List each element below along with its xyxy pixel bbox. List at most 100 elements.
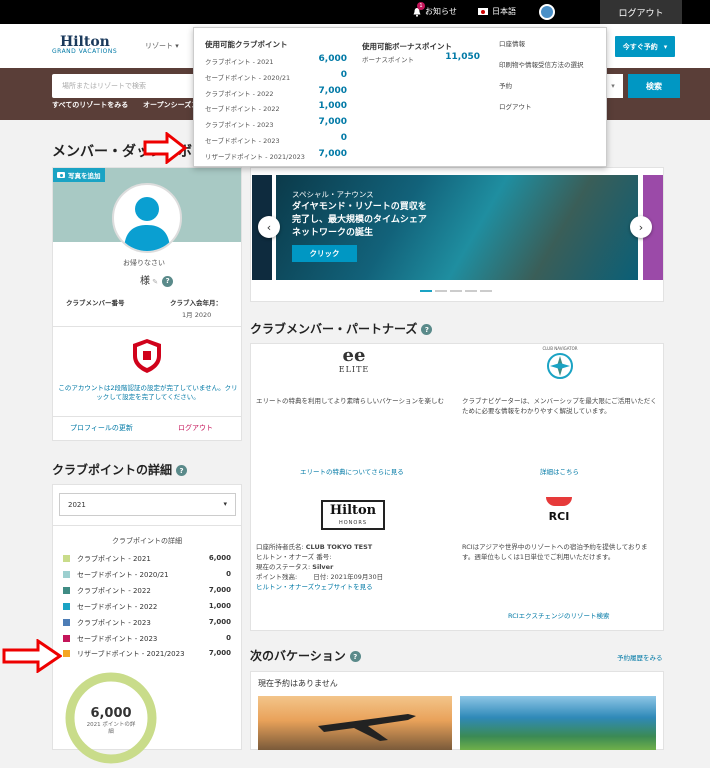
chevron-down-icon: ▾ [173, 42, 179, 50]
club-navigator-logo-text: CLUB NAVIGATOR [542, 346, 578, 351]
club-points-label: セーブドポイント - 2023 [205, 137, 280, 145]
elite-description: エリートの特典を利用してより素晴らしいバケーションを楽しむ [256, 397, 445, 405]
japan-flag-icon [478, 8, 488, 15]
club-points-label: クラブポイント - 2021 [205, 58, 274, 66]
carousel-dot[interactable] [435, 290, 447, 292]
bonus-points-value: 11,050 [445, 52, 480, 62]
book-now-label: 今すぐ予約 [622, 42, 658, 51]
carousel-dot[interactable] [420, 290, 432, 292]
rci-description: RCIはアジアや世界中のリゾートへの宿泊予約を提供しております。週単位もしくは1… [462, 543, 648, 561]
year-select[interactable]: 2021 ▾ [59, 493, 236, 516]
carousel-dot[interactable] [465, 290, 477, 292]
points-detail-title-text: クラブポイントの詳細 [52, 463, 173, 477]
resorts-menu-label: リゾート [145, 42, 173, 50]
legend-label: セーブドポイント - 2020/21 [77, 570, 169, 579]
help-icon[interactable]: ? [349, 651, 361, 662]
hilton-honors-link[interactable]: ヒルトン・オナーズウェブサイトを見る [256, 582, 383, 592]
donut-caption: 2021 ポイントの詳細 [86, 722, 136, 735]
club-points-label: リザーブドポイント - 2021/2023 [205, 152, 305, 161]
booking-history-link[interactable]: 予約履歴をみる [617, 652, 663, 662]
legend-value: 7,000 [208, 649, 231, 658]
legend-swatch [63, 586, 70, 594]
legend-swatch [63, 602, 70, 610]
account-menu-link[interactable]: ログアウト [499, 101, 532, 111]
chevron-down-icon: ▾ [223, 500, 227, 508]
divider [52, 525, 242, 526]
club-points-value: 7,000 [318, 85, 347, 96]
chevron-left-icon: ‹ [266, 220, 272, 234]
club-points-header: 使用可能クラブポイント [205, 40, 288, 49]
airplane-photo[interactable] [258, 696, 452, 750]
partners-title-text: クラブメンバー・パートナーズ [250, 322, 418, 336]
language-label: 日本語 [492, 7, 516, 16]
search-button[interactable]: 検索 [628, 74, 680, 98]
open-season-link[interactable]: オープンシーズン [143, 100, 198, 110]
legend-label: リザーブドポイント - 2021/2023 [77, 650, 185, 659]
club-points-row: クラブポイント - 2023 7,000 [205, 117, 347, 129]
help-icon[interactable]: ? [162, 275, 174, 287]
legend-swatch [63, 570, 70, 578]
rci-link[interactable]: RCIエクスチェンジのリゾート検索 [508, 610, 609, 620]
add-photo-button[interactable]: 写真を追加 [53, 168, 105, 182]
notifications-label: お知らせ [425, 7, 457, 16]
carousel-prev-button[interactable]: ‹ [258, 216, 280, 238]
all-resorts-link[interactable]: すべてのリゾートをみる [52, 100, 128, 110]
club-points-row: クラブポイント - 2022 7,000 [205, 85, 347, 98]
club-points-value: 1,000 [318, 101, 347, 112]
carousel-dot[interactable] [450, 290, 462, 292]
account-menu-link[interactable]: 印刷物や情報受信方法の選択 [499, 59, 584, 69]
club-points-value: 7,000 [318, 148, 347, 159]
bell-icon: 1 [412, 1, 425, 17]
legend-label: セーブドポイント - 2023 [77, 634, 158, 643]
announcement-cta-button[interactable]: クリック [292, 245, 357, 262]
legend-label: クラブポイント - 2022 [77, 586, 151, 595]
user-silhouette-icon [124, 197, 170, 251]
divider [53, 416, 241, 417]
hilton-honors-logo[interactable]: Hilton HONORS [321, 500, 385, 530]
announcement-headline: ダイヤモンド・リゾートの買収を完了し、最大規模のタイムシェアネットワークの誕生 [292, 202, 427, 238]
carousel-next-button[interactable]: › [630, 216, 652, 238]
elite-link[interactable]: エリートの特典についてさらに見る [300, 466, 404, 476]
no-reservations-text: 現在予約はありません [258, 679, 338, 688]
donut-value: 6,000 [90, 706, 132, 721]
legend-swatch [63, 555, 70, 562]
book-now-button[interactable]: 今すぐ予約 ▾ [615, 36, 675, 57]
bonus-points-row: ボーナスポイント 11,050 [362, 52, 480, 64]
profile-logout-link[interactable]: ログアウト [178, 423, 213, 433]
account-avatar-icon[interactable] [539, 4, 555, 20]
navigator-link[interactable]: 詳細はこちら [540, 466, 579, 476]
honors-number-label: ヒルトン・オナーズ 番号: [256, 553, 332, 561]
red-arrow-indicator [2, 638, 63, 675]
member-number-label: クラブメンバー番号 [66, 299, 125, 307]
chevron-right-icon: › [638, 220, 644, 234]
help-icon[interactable]: ? [421, 324, 433, 335]
shield-alert-icon[interactable] [131, 338, 163, 376]
name-suffix: 様 [140, 276, 150, 287]
notifications-link[interactable]: 1 お知らせ [412, 1, 457, 17]
security-notice-link[interactable]: このアカウントは2段階認証の設定が完了していません。クリックして設定を完了してく… [58, 384, 238, 402]
club-points-row: セーブドポイント - 2023 0 [205, 133, 347, 145]
pencil-icon[interactable]: ✎ [150, 278, 158, 286]
welcome-text: お帰りなさい [123, 259, 165, 267]
legend-value: 6,000 [208, 554, 231, 562]
club-navigator-logo[interactable]: CLUB NAVIGATOR [540, 346, 580, 392]
carousel-dot[interactable] [480, 290, 492, 292]
club-points-value: 0 [340, 133, 347, 143]
club-points-value: 7,000 [318, 117, 347, 128]
language-selector[interactable]: 日本語 [478, 6, 516, 17]
holder-label: 口座所持者氏名: [256, 543, 304, 551]
help-icon[interactable]: ? [176, 465, 188, 476]
elite-logo[interactable]: ee ELITE [324, 347, 384, 375]
top-logout-button[interactable]: ログアウト [600, 0, 682, 24]
update-profile-link[interactable]: プロフィールの更新 [70, 423, 133, 433]
announcement-kicker: スペシャル・アナウンス [292, 190, 374, 199]
rci-logo[interactable]: RCI [546, 497, 572, 527]
account-menu-link[interactable]: 予約 [499, 80, 512, 90]
hilton-logo-subtitle: GRAND VACATIONS [52, 48, 118, 55]
club-points-label: セーブドポイント - 2022 [205, 105, 280, 114]
add-photo-label: 写真を追加 [68, 172, 101, 180]
camera-icon [57, 172, 65, 178]
resorts-menu[interactable]: リゾート ▾ [145, 41, 179, 51]
beach-family-photo[interactable] [460, 696, 656, 750]
account-menu-link[interactable]: 口座情報 [499, 38, 525, 48]
